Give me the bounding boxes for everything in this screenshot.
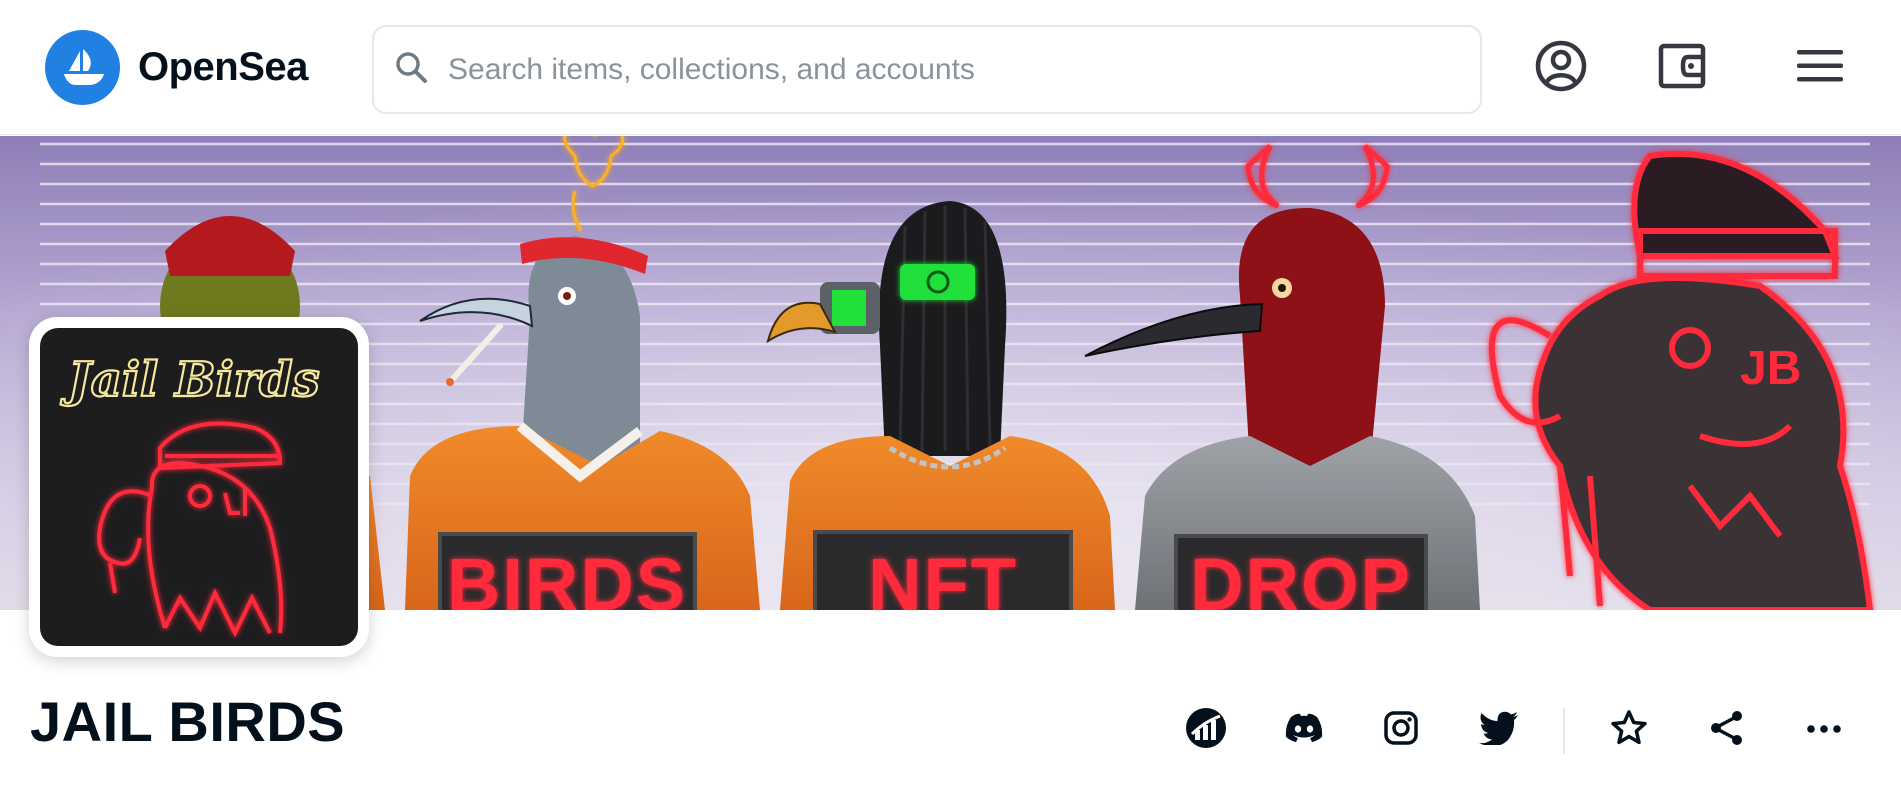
activity-link[interactable] [1176,700,1236,760]
search-icon [394,50,428,89]
opensea-logo[interactable]: OpenSea [45,30,308,105]
top-navigation-bar: OpenSea [0,0,1901,135]
account-icon [1534,39,1588,98]
more-icon [1806,721,1842,739]
actions-divider [1563,708,1565,754]
collection-avatar: Jail Birds [29,317,369,657]
twitter-link[interactable] [1469,700,1529,760]
search-input[interactable] [448,52,1448,87]
more-options-button[interactable] [1794,700,1854,760]
share-icon [1708,709,1746,752]
favorite-button[interactable] [1599,700,1659,760]
brand-name: OpenSea [138,45,308,89]
share-button[interactable] [1697,700,1757,760]
search-box[interactable] [372,25,1482,114]
discord-icon [1284,712,1324,749]
star-icon [1610,709,1648,752]
opensea-logo-icon [45,30,120,105]
collection-title: JAIL BIRDS [30,690,346,753]
menu-icon [1795,46,1845,91]
instagram-icon [1383,710,1419,751]
main-menu-button[interactable] [1788,36,1852,100]
banner-sign-nft: NFT [868,543,1018,610]
wallet-button[interactable] [1650,36,1714,100]
banner-sign-birds: BIRDS [447,543,687,610]
instagram-link[interactable] [1371,700,1431,760]
account-button[interactable] [1529,36,1593,100]
avatar-script-text: Jail Birds [60,352,320,408]
banner-neon-label: JB [1740,342,1801,395]
twitter-icon [1479,711,1519,750]
discord-link[interactable] [1274,700,1334,760]
activity-icon [1184,706,1228,755]
banner-sign-drop: DROP [1190,543,1412,610]
collection-avatar-image: Jail Birds [40,328,358,646]
wallet-icon [1657,41,1707,96]
